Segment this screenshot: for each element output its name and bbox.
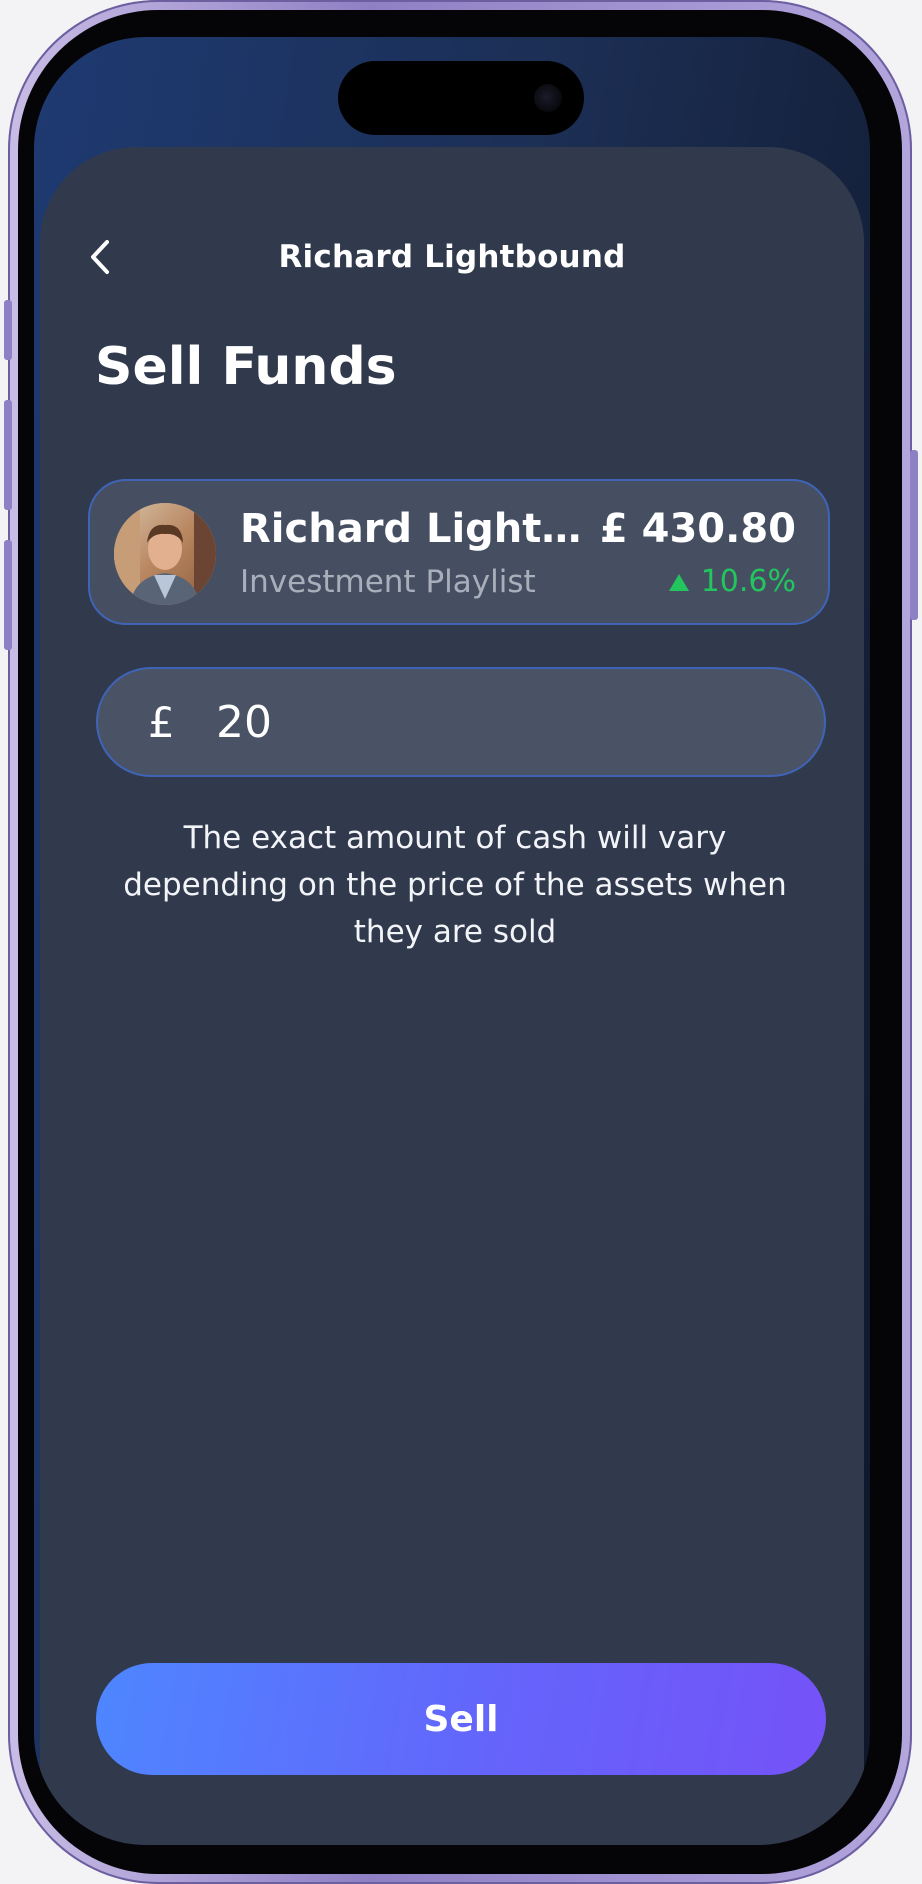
triangle-up-icon — [668, 573, 689, 591]
fund-change: 10.6% — [668, 561, 796, 603]
avatar — [114, 503, 216, 605]
fund-subtitle: Investment Playlist — [240, 564, 536, 600]
currency-symbol: £ — [148, 698, 175, 747]
fund-name: Richard Lightbound — [240, 506, 600, 552]
front-camera-icon — [534, 84, 562, 112]
sell-funds-sheet: Richard Lightbound Sell Funds Richard Li… — [40, 147, 864, 1845]
page-title: Sell Funds — [95, 337, 397, 397]
dynamic-island — [338, 61, 584, 135]
sell-button[interactable]: Sell — [96, 1663, 826, 1775]
volume-down-button — [4, 540, 12, 650]
fund-value: £ 430.80 — [599, 506, 796, 552]
fund-card[interactable]: Richard Lightbound Investment Playlist £… — [88, 479, 830, 625]
amount-value[interactable]: 20 — [216, 695, 272, 751]
fund-change-percent: 10.6% — [700, 564, 796, 599]
volume-up-button — [4, 400, 12, 510]
action-button — [4, 300, 12, 360]
header-title: Richard Lightbound — [278, 239, 626, 275]
amount-input[interactable]: £ 20 — [96, 667, 826, 777]
power-button — [910, 450, 918, 620]
screen: Richard Lightbound Sell Funds Richard Li… — [34, 37, 870, 1845]
sell-disclaimer: The exact amount of cash will vary depen… — [123, 820, 787, 950]
